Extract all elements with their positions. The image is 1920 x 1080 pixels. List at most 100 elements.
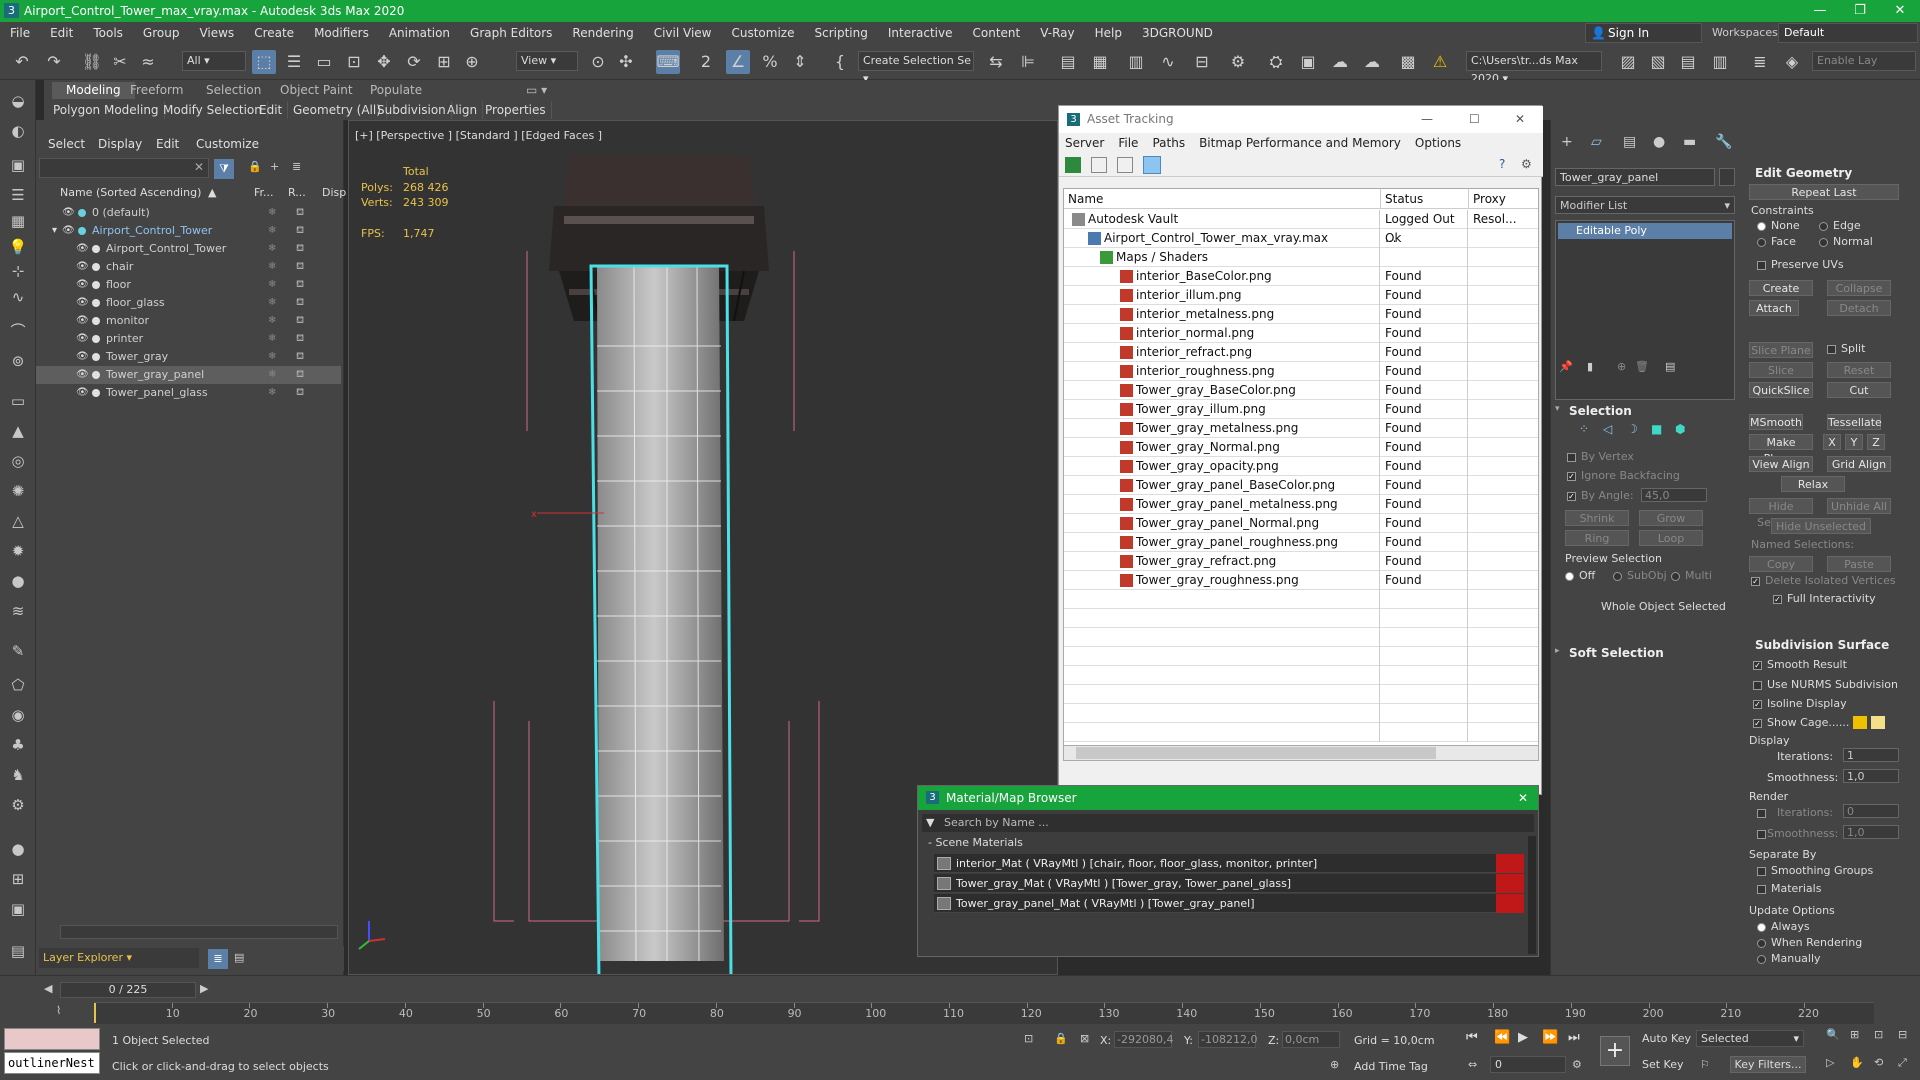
render-iterations-spinner[interactable]: 0 [1843,804,1899,818]
render-teapot-icon[interactable]: ⛾ [296,240,304,258]
link-icon[interactable]: ⛓ [80,50,104,74]
bind-spacewarp-icon[interactable]: ≈ [136,50,160,74]
time-tag-icon[interactable]: ⊕ [1330,1058,1339,1071]
scene-menu-display[interactable]: Display [98,137,142,151]
preserve-uvs-checkbox[interactable] [1757,261,1766,270]
asset-row[interactable]: Tower_gray_refract.png Found [1064,552,1538,571]
menu-file[interactable]: File [0,26,40,40]
zoom-extents-all-icon[interactable]: ⊟ [1898,1028,1907,1041]
sign-in-button[interactable]: 👤 Sign In [1585,23,1702,43]
render-teapot-icon[interactable]: ⛾ [296,348,304,366]
split-checkbox[interactable] [1827,345,1836,354]
asset-menu-bitmap-performance-and-memory[interactable]: Bitmap Performance and Memory [1199,136,1401,150]
freeze-icon[interactable]: ❄ [268,384,276,402]
ribbon-tab-selection[interactable]: Selection [192,82,275,99]
scene-search-input[interactable] [39,158,209,178]
ribbon-tab-object-paint[interactable]: Object Paint [266,82,367,99]
scene-menu-customize[interactable]: Customize [196,137,259,151]
asset-row[interactable]: Tower_gray_panel_Normal.png Found [1064,514,1538,533]
loop-button[interactable]: Loop [1639,530,1703,546]
attach-button[interactable]: Attach [1749,300,1799,316]
preview-multi-radio[interactable] [1671,572,1680,581]
detach-button[interactable]: Detach [1827,300,1891,316]
asset-close-icon[interactable]: ✕ [1515,106,1525,133]
menu-help[interactable]: Help [1085,26,1132,40]
clear-search-icon[interactable]: ✕ [194,160,204,174]
ribbon-panel-properties[interactable]: Properties [480,101,552,119]
scene-tree-row[interactable]: 👁 floor ❄ ⛾ [36,276,341,294]
lock-icon[interactable]: 🔒 [248,160,262,173]
ring-button[interactable]: Ring [1565,530,1629,546]
hide-unselected-button[interactable]: Hide Unselected [1771,518,1871,534]
object-color-swatch[interactable] [1719,168,1735,186]
material-item[interactable]: Tower_gray_panel_Mat ( VRayMtl ) [Tower_… [934,894,1524,913]
visibility-eye-icon[interactable]: 👁 [76,330,89,348]
shrink-button[interactable]: Shrink [1565,510,1629,526]
scene-tree-row[interactable]: 👁 0 (default) ❄ ⛾ [36,204,341,222]
tree-view-icon[interactable] [1117,157,1133,173]
scene-tree-row[interactable]: 👁 Tower_gray ❄ ⛾ [36,348,341,366]
render-teapot-icon[interactable]: ⛾ [296,258,304,276]
preview-off-radio[interactable] [1565,572,1574,581]
help-icon[interactable]: ? [1499,157,1515,173]
pivot-icon[interactable]: ⊙ [586,50,610,74]
redo-icon[interactable]: ↷ [42,50,66,74]
asset-row[interactable]: Tower_gray_opacity.png Found [1064,457,1538,476]
zoom-icon[interactable]: 🔍 [1826,1028,1840,1041]
settings-icon[interactable]: ⚙ [1521,157,1537,173]
asset-row[interactable]: interior_normal.png Found [1064,324,1538,343]
freeze-icon[interactable]: ❄ [268,240,276,258]
scene-explorer-toggle-icon[interactable]: ▤ [234,951,244,964]
camera-icon[interactable]: ⊚ [6,350,30,372]
visibility-eye-icon[interactable]: 👁 [76,258,89,276]
ribbon-toggle-icon[interactable]: ▥ [1124,50,1148,74]
isoline-checkbox[interactable]: ✓ [1753,700,1762,709]
render-cloud-icon[interactable]: ☁ [1360,50,1384,74]
angle-snap-icon[interactable]: ∠ [726,50,750,74]
curve-editor-mini-icon[interactable]: ⌇ [56,1004,61,1017]
render-iterations-checkbox[interactable] [1757,809,1766,818]
goto-start-icon[interactable]: ⏮ [1466,1030,1478,1045]
render-teapot-icon[interactable]: ⛾ [296,330,304,348]
absolute-mode-icon[interactable]: ⊠ [1080,1032,1089,1045]
display-smoothness-spinner[interactable]: 1,0 [1843,769,1899,783]
key-mode-icon[interactable]: ⇔ [1468,1058,1477,1071]
scene-tree-row[interactable]: 👁 Tower_gray_panel ❄ ⛾ [36,366,341,384]
asset-row[interactable]: Airport_Control_Tower_max_vray.max Ok [1064,229,1538,248]
render-teapot-icon[interactable]: ⛾ [296,312,304,330]
curve-editor-icon[interactable]: ∿ [1156,50,1180,74]
filter-icon[interactable]: ⧩ [214,159,234,179]
close-icon[interactable]: ✕ [1880,0,1920,22]
slice-plane-button[interactable]: Slice Plane [1749,342,1813,358]
create-shapes-icon[interactable]: ◒ [6,90,30,112]
add-time-tag-button[interactable]: Add Time Tag [1354,1060,1428,1073]
settings-icon[interactable]: ⚙ [6,794,30,816]
matbrowser-scrollbar[interactable] [1528,836,1536,954]
layers-icon[interactable]: ◈ [1780,50,1804,74]
polygon-mode-icon[interactable]: ■ [1651,422,1662,436]
workspace-select[interactable]: Default [1778,23,1918,43]
curve-icon[interactable]: ⌒ [6,320,30,342]
display-iterations-spinner[interactable]: 1 [1843,748,1899,762]
create-button[interactable]: Create [1749,280,1813,296]
grow-button[interactable]: Grow [1639,510,1703,526]
next-frame-icon[interactable]: ▶ [200,982,214,998]
asset-row[interactable]: interior_roughness.png Found [1064,362,1538,381]
graph-icon[interactable]: ∿ [6,286,30,308]
window-crossing-icon[interactable]: ⊡ [342,50,366,74]
asset-row[interactable]: interior_metalness.png Found [1064,305,1538,324]
hide-selected-button[interactable]: Hide Selected [1749,498,1813,529]
mirror-icon[interactable]: ⇆ [984,50,1008,74]
menu-3dground[interactable]: 3DGROUND [1132,26,1223,40]
full-interactivity-checkbox[interactable]: ✓ [1773,595,1782,604]
col-freeze[interactable]: Fr... [254,186,274,199]
material-item[interactable]: interior_Mat ( VRayMtl ) [chair, floor, … [934,854,1524,873]
asset-row[interactable]: interior_refract.png Found [1064,343,1538,362]
visibility-eye-icon[interactable]: 👁 [76,384,89,402]
sphere-icon[interactable]: ◐ [6,120,30,142]
unhide-all-button[interactable]: Unhide All [1827,498,1891,514]
layers-stack-icon[interactable]: ≣ [292,160,301,173]
goto-end-icon[interactable]: ⏭ [1568,1030,1580,1045]
viewport-icon[interactable]: ▣ [6,154,30,176]
col-render[interactable]: R... [288,186,306,199]
